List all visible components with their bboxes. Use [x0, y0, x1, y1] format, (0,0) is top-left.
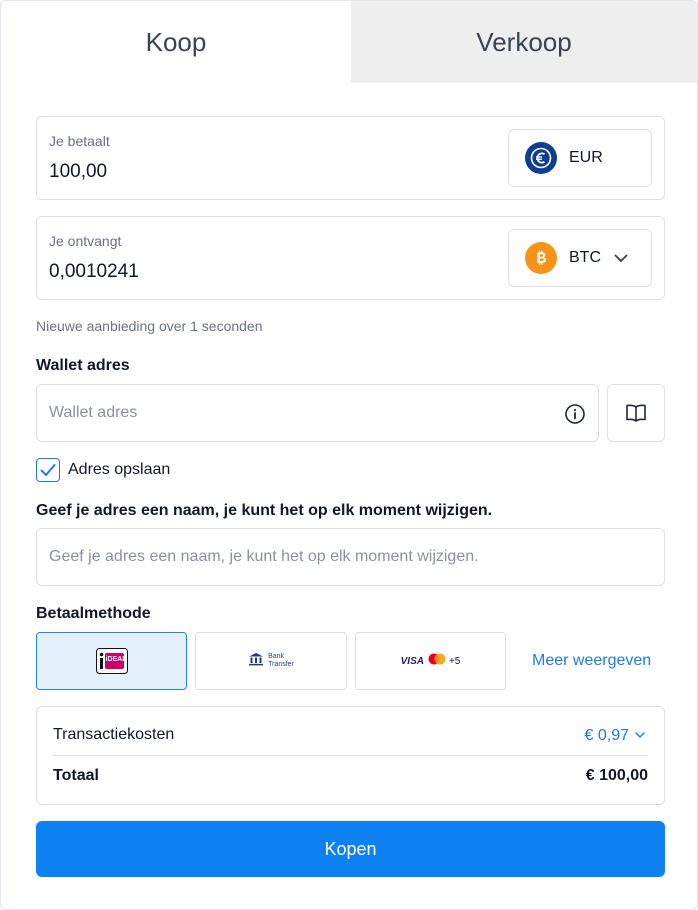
- trade-card: Koop Verkoop Je betaalt 100,00 EUR Je on…: [0, 0, 698, 910]
- pay-currency-label: EUR: [569, 149, 603, 166]
- address-name-label: Geef je adres een naam, je kunt het op e…: [36, 502, 493, 519]
- bitcoin-coin-icon: [525, 242, 557, 274]
- payment-method-label: Betaalmethode: [36, 605, 151, 622]
- fee-label: Transactiekosten: [53, 726, 175, 743]
- save-address-label[interactable]: Adres opslaan: [68, 461, 170, 479]
- payment-option-bank-transfer[interactable]: Bank Transfer: [195, 632, 347, 690]
- total-label: Totaal: [53, 767, 99, 784]
- pay-currency-button[interactable]: EUR: [508, 129, 652, 187]
- pay-amount-field[interactable]: Je betaalt 100,00 EUR: [36, 116, 665, 200]
- fee-toggle[interactable]: € 0,97: [585, 726, 646, 746]
- tab-bar: Koop Verkoop: [1, 1, 697, 83]
- cost-summary: Transactiekosten € 0,97 Totaal € 100,00: [36, 706, 665, 805]
- save-address-checkbox[interactable]: [36, 458, 60, 482]
- book-icon: [625, 403, 647, 428]
- total-value: € 100,00: [585, 767, 648, 784]
- summary-divider: [53, 755, 648, 756]
- fee-value: € 0,97: [584, 727, 629, 744]
- mastercard-icon: [428, 652, 446, 670]
- more-cards-count: +5: [448, 655, 461, 667]
- bank-transfer-line1: Bank: [268, 653, 285, 660]
- pay-amount-value[interactable]: 100,00: [49, 161, 107, 183]
- receive-currency-select[interactable]: BTC: [508, 229, 652, 287]
- address-name-input[interactable]: Geef je adres een naam, je kunt het op e…: [36, 528, 665, 586]
- bank-transfer-label: Bank Transfer: [268, 653, 294, 669]
- pay-amount-label: Je betaalt: [49, 133, 110, 149]
- receive-amount-field[interactable]: Je ontvangt 0,0010241 BTC: [36, 216, 665, 300]
- checkmark-icon: [40, 464, 56, 476]
- payment-option-ideal[interactable]: iDEAL: [36, 632, 187, 690]
- tab-buy[interactable]: Koop: [1, 1, 351, 83]
- address-name-placeholder: Geef je adres een naam, je kunt het op e…: [49, 548, 479, 565]
- receive-amount-label: Je ontvangt: [49, 233, 122, 249]
- bank-icon: [248, 652, 264, 671]
- wallet-address-input[interactable]: Wallet adres: [36, 384, 599, 442]
- receive-currency-label: BTC: [569, 249, 601, 266]
- bank-transfer-line2: Transfer: [268, 661, 294, 668]
- payment-option-cards[interactable]: VISA +5: [355, 632, 506, 690]
- info-icon[interactable]: [564, 403, 586, 430]
- receive-amount-value[interactable]: 0,0010241: [49, 261, 139, 283]
- wallet-address-placeholder: Wallet adres: [49, 404, 138, 421]
- show-more-link[interactable]: Meer weergeven: [532, 652, 651, 670]
- ideal-logo-icon: iDEAL: [95, 648, 128, 674]
- wallet-address-label: Wallet adres: [36, 357, 130, 374]
- chevron-down-icon: [613, 250, 629, 271]
- tab-sell[interactable]: Verkoop: [351, 1, 697, 83]
- offer-countdown: Nieuwe aanbieding over 1 seconden: [36, 318, 263, 334]
- euro-coin-icon: [525, 142, 557, 174]
- buy-button[interactable]: Kopen: [36, 821, 665, 877]
- chevron-down-icon: [634, 728, 646, 746]
- ideal-logo-text: iDEAL: [105, 656, 127, 663]
- visa-logo: VISA: [400, 655, 424, 667]
- address-book-button[interactable]: [607, 384, 665, 442]
